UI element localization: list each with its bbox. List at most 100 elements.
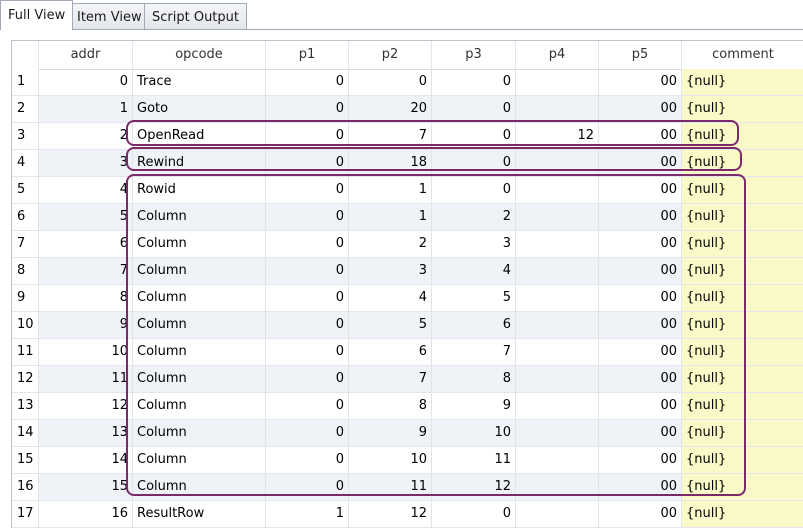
cell-p1[interactable]: 0 xyxy=(266,366,349,392)
cell-p5[interactable]: 00 xyxy=(599,420,682,446)
table-row[interactable]: 9 8 Column 0 4 5 00 {null} xyxy=(12,285,803,312)
table-row[interactable]: 6 5 Column 0 1 2 00 {null} xyxy=(12,204,803,231)
cell-p2[interactable]: 4 xyxy=(349,285,432,311)
table-row[interactable]: 7 6 Column 0 2 3 00 {null} xyxy=(12,231,803,258)
cell-comment[interactable]: {null} xyxy=(682,366,803,392)
cell-p1[interactable]: 0 xyxy=(266,150,349,176)
header-comment[interactable]: comment xyxy=(682,41,803,69)
cell-opcode[interactable]: Column xyxy=(133,231,266,257)
cell-comment[interactable]: {null} xyxy=(682,231,803,257)
cell-p3[interactable]: 2 xyxy=(432,204,516,230)
cell-p4[interactable] xyxy=(516,474,599,500)
cell-addr[interactable]: 15 xyxy=(39,474,133,500)
cell-p3[interactable]: 0 xyxy=(432,177,516,203)
cell-p5[interactable]: 00 xyxy=(599,285,682,311)
cell-p1[interactable]: 0 xyxy=(266,231,349,257)
table-row[interactable]: 11 10 Column 0 6 7 00 {null} xyxy=(12,339,803,366)
cell-p1[interactable]: 0 xyxy=(266,69,349,95)
cell-p2[interactable]: 7 xyxy=(349,366,432,392)
cell-p2[interactable]: 2 xyxy=(349,231,432,257)
cell-comment[interactable]: {null} xyxy=(682,123,803,149)
cell-opcode[interactable]: Trace xyxy=(133,69,266,95)
cell-comment[interactable]: {null} xyxy=(682,285,803,311)
cell-opcode[interactable]: Column xyxy=(133,474,266,500)
header-opcode[interactable]: opcode xyxy=(133,41,266,69)
table-row[interactable]: 14 13 Column 0 9 10 00 {null} xyxy=(12,420,803,447)
cell-p3[interactable]: 5 xyxy=(432,285,516,311)
cell-p1[interactable]: 0 xyxy=(266,123,349,149)
cell-p2[interactable]: 12 xyxy=(349,501,432,527)
tab-item-view[interactable]: Item View xyxy=(69,3,150,29)
cell-p3[interactable]: 0 xyxy=(432,501,516,527)
row-number[interactable]: 17 xyxy=(12,501,39,527)
row-number[interactable]: 6 xyxy=(12,204,39,230)
cell-p3[interactable]: 0 xyxy=(432,150,516,176)
header-p1[interactable]: p1 xyxy=(266,41,349,69)
cell-addr[interactable]: 7 xyxy=(39,258,133,284)
cell-p1[interactable]: 0 xyxy=(266,285,349,311)
table-row[interactable]: 1 0 Trace 0 0 0 00 {null} xyxy=(12,69,803,96)
header-p5[interactable]: p5 xyxy=(599,41,682,69)
cell-p3[interactable]: 10 xyxy=(432,420,516,446)
cell-opcode[interactable]: Column xyxy=(133,447,266,473)
cell-opcode[interactable]: Column xyxy=(133,393,266,419)
cell-p4[interactable] xyxy=(516,96,599,122)
cell-p2[interactable]: 7 xyxy=(349,123,432,149)
cell-p5[interactable]: 00 xyxy=(599,312,682,338)
cell-p5[interactable]: 00 xyxy=(599,258,682,284)
cell-p4[interactable] xyxy=(516,339,599,365)
cell-p3[interactable]: 12 xyxy=(432,474,516,500)
row-number[interactable]: 15 xyxy=(12,447,39,473)
cell-opcode[interactable]: Goto xyxy=(133,96,266,122)
header-p3[interactable]: p3 xyxy=(432,41,516,69)
row-number[interactable]: 10 xyxy=(12,312,39,338)
cell-p4[interactable] xyxy=(516,69,599,95)
cell-addr[interactable]: 11 xyxy=(39,366,133,392)
cell-p5[interactable]: 00 xyxy=(599,474,682,500)
cell-opcode[interactable]: Column xyxy=(133,339,266,365)
header-p4[interactable]: p4 xyxy=(516,41,599,69)
cell-opcode[interactable]: OpenRead xyxy=(133,123,266,149)
cell-p5[interactable]: 00 xyxy=(599,366,682,392)
cell-p3[interactable]: 7 xyxy=(432,339,516,365)
cell-p1[interactable]: 0 xyxy=(266,312,349,338)
cell-addr[interactable]: 4 xyxy=(39,177,133,203)
cell-p1[interactable]: 0 xyxy=(266,339,349,365)
table-row[interactable]: 15 14 Column 0 10 11 00 {null} xyxy=(12,447,803,474)
table-row[interactable]: 10 9 Column 0 5 6 00 {null} xyxy=(12,312,803,339)
row-number[interactable]: 12 xyxy=(12,366,39,392)
cell-addr[interactable]: 6 xyxy=(39,231,133,257)
cell-p4[interactable] xyxy=(516,393,599,419)
cell-opcode[interactable]: Column xyxy=(133,204,266,230)
cell-comment[interactable]: {null} xyxy=(682,501,803,527)
cell-p1[interactable]: 0 xyxy=(266,420,349,446)
cell-comment[interactable]: {null} xyxy=(682,150,803,176)
cell-p3[interactable]: 6 xyxy=(432,312,516,338)
cell-p5[interactable]: 00 xyxy=(599,96,682,122)
cell-addr[interactable]: 10 xyxy=(39,339,133,365)
cell-p1[interactable]: 0 xyxy=(266,204,349,230)
tab-script-output[interactable]: Script Output xyxy=(144,3,247,29)
cell-opcode[interactable]: Rowid xyxy=(133,177,266,203)
table-row[interactable]: 17 16 ResultRow 1 12 0 00 {null} xyxy=(12,501,803,528)
cell-p5[interactable]: 00 xyxy=(599,339,682,365)
cell-p5[interactable]: 00 xyxy=(599,393,682,419)
cell-p3[interactable]: 9 xyxy=(432,393,516,419)
cell-p4[interactable] xyxy=(516,366,599,392)
cell-p4[interactable] xyxy=(516,177,599,203)
cell-p3[interactable]: 11 xyxy=(432,447,516,473)
cell-p4[interactable] xyxy=(516,204,599,230)
cell-p5[interactable]: 00 xyxy=(599,150,682,176)
cell-p3[interactable]: 4 xyxy=(432,258,516,284)
cell-opcode[interactable]: Rewind xyxy=(133,150,266,176)
cell-p4[interactable] xyxy=(516,447,599,473)
cell-addr[interactable]: 1 xyxy=(39,96,133,122)
cell-p2[interactable]: 0 xyxy=(349,69,432,95)
cell-p2[interactable]: 9 xyxy=(349,420,432,446)
cell-p3[interactable]: 0 xyxy=(432,69,516,95)
cell-p5[interactable]: 00 xyxy=(599,231,682,257)
row-number[interactable]: 2 xyxy=(12,96,39,122)
cell-opcode[interactable]: Column xyxy=(133,285,266,311)
table-row[interactable]: 13 12 Column 0 8 9 00 {null} xyxy=(12,393,803,420)
row-number[interactable]: 13 xyxy=(12,393,39,419)
